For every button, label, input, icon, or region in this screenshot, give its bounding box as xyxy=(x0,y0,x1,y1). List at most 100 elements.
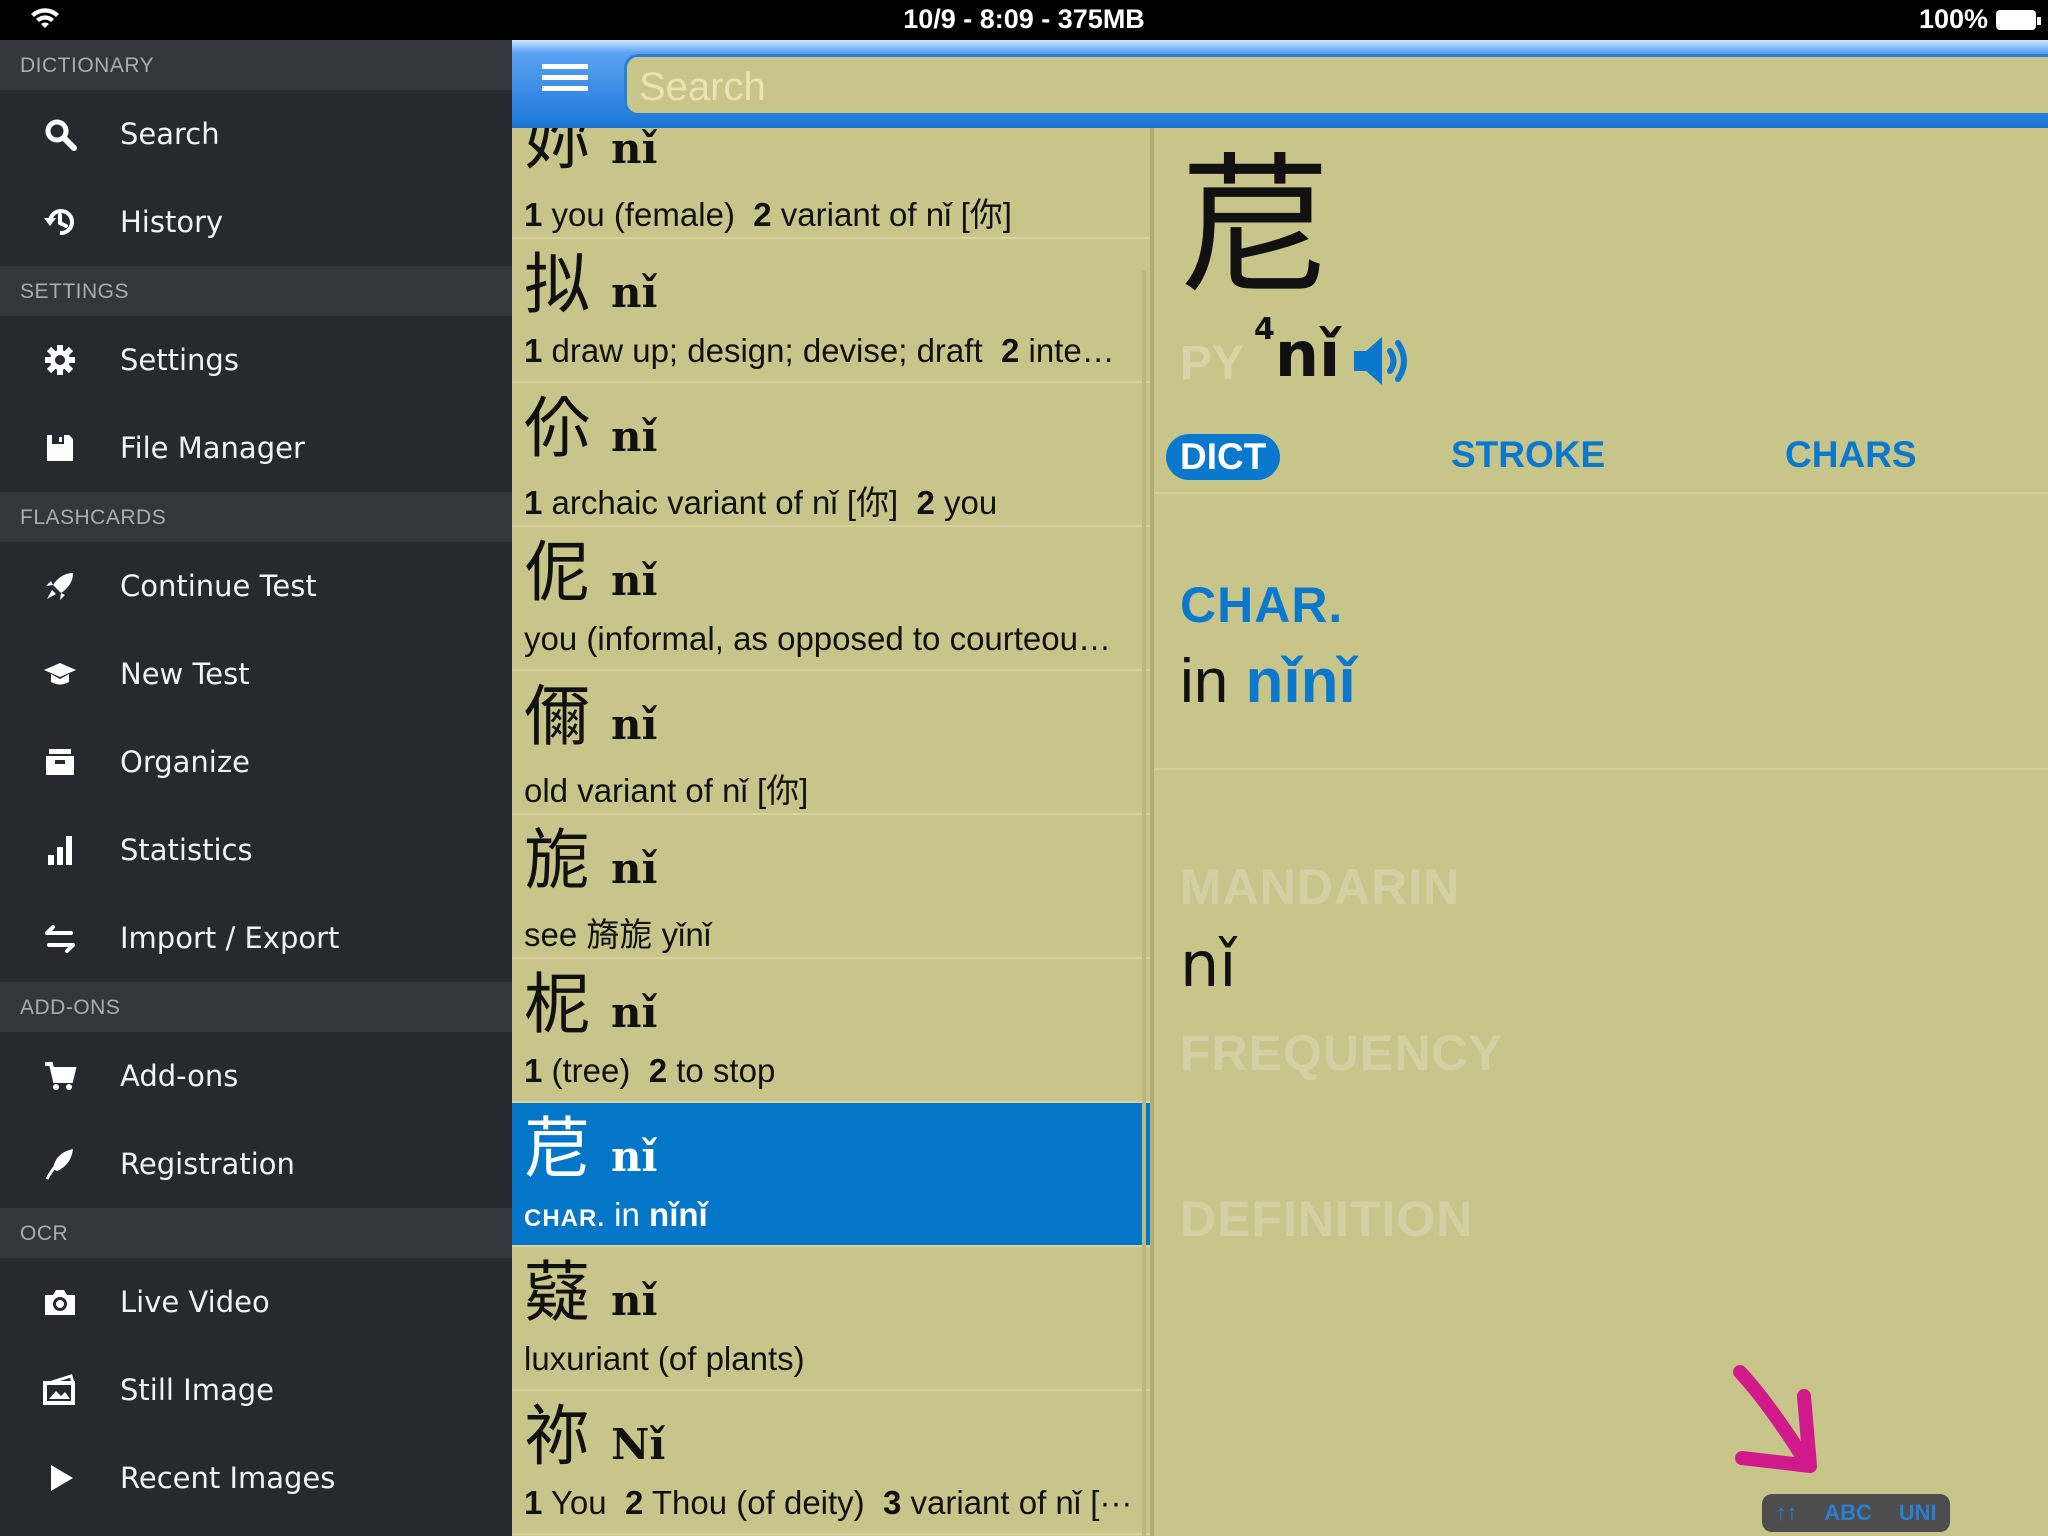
char-word-link[interactable]: nǐnǐ xyxy=(1246,647,1356,716)
list-item[interactable]: 妳 nǐ 1 you (female) 2 variant of nǐ [你] xyxy=(512,128,1150,239)
entry-headword: 伲 nǐ xyxy=(524,533,657,621)
entry-hanzi: 伲 xyxy=(524,534,590,611)
mandarin-label: MANDARIN xyxy=(1180,859,1461,915)
battery-percent: 100% xyxy=(1918,4,1988,34)
sense-text: variant of nǐ [你] xyxy=(771,196,1012,233)
char-label: CHAR. xyxy=(1180,577,1344,633)
pinyin-line: PY 4 nǐ xyxy=(1180,312,1420,391)
sidebar-item-live-video[interactable]: Live Video xyxy=(0,1258,512,1346)
entry-definition: 1 You 2 Thou (of deity) 3 variant of nǐ … xyxy=(524,1484,1144,1522)
sidebar-item-label: Add-ons xyxy=(120,1059,239,1093)
sidebar-item-add-ons[interactable]: Add-ons xyxy=(0,1032,512,1120)
scrollbar[interactable] xyxy=(1142,270,1146,1536)
sense-text: see 旖旎 yǐnǐ xyxy=(524,916,712,953)
sense-number: 2 xyxy=(753,196,772,233)
keyboard-abc[interactable]: ABC xyxy=(1824,1500,1872,1526)
sense-text: you (informal, as opposed to courteou… xyxy=(524,620,1111,657)
battery-icon xyxy=(1996,9,2041,30)
entry-pinyin: nǐ xyxy=(610,412,658,461)
entry-hanzi: 伱 xyxy=(524,390,590,467)
list-item[interactable]: 薿 nǐ luxuriant (of plants) xyxy=(512,1247,1150,1391)
tab-stroke[interactable]: STROKE xyxy=(1451,434,1605,476)
entry-definition: 1 archaic variant of nǐ [你] 2 you xyxy=(524,476,1144,524)
section-divider xyxy=(1154,768,2048,770)
entry-hanzi: 柅 xyxy=(524,966,590,1043)
keyboard-arrows[interactable]: ↑↑ xyxy=(1775,1500,1797,1526)
entry-pinyin: nǐ xyxy=(610,128,658,173)
tone-number: 4 xyxy=(1254,312,1275,347)
sense-text: in xyxy=(605,1196,650,1233)
archive-box-icon xyxy=(40,742,80,782)
keyboard-uni[interactable]: UNI xyxy=(1899,1500,1937,1526)
sense-number: 1 xyxy=(524,1484,543,1521)
entry-headword: 祢 Nǐ xyxy=(524,1397,665,1485)
sidebar-item-label: File Manager xyxy=(120,431,305,465)
sense-text: draw up; design; devise; draft xyxy=(542,332,1001,369)
sidebar-item-import-export[interactable]: Import / Export xyxy=(0,894,512,982)
results-list: 妳 nǐ 1 you (female) 2 variant of nǐ [你] 拟 … xyxy=(512,128,1150,1536)
tab-dict[interactable]: DICT xyxy=(1166,434,1281,480)
sense-number: 1 xyxy=(524,196,543,233)
sidebar-item-statistics[interactable]: Statistics xyxy=(0,806,512,894)
mandarin-value: nǐ xyxy=(1180,928,1237,1001)
sense-number: CHAR. xyxy=(524,1205,605,1232)
sidebar-item-file-manager[interactable]: File Manager xyxy=(0,404,512,492)
sense-text: you xyxy=(934,484,998,521)
sidebar-item-history[interactable]: History xyxy=(0,178,512,266)
search-input[interactable]: Search xyxy=(624,54,2048,116)
floppy-disk-icon xyxy=(40,428,80,468)
list-item[interactable]: 柅 nǐ 1 (tree) 2 to stop xyxy=(512,959,1150,1103)
sidebar-item-registration[interactable]: Registration xyxy=(0,1120,512,1208)
list-item[interactable]: 祢 Nǐ 1 You 2 Thou (of deity) 3 variant of… xyxy=(512,1391,1150,1535)
camera-icon xyxy=(40,1282,80,1322)
entry-headword: 旎 nǐ xyxy=(524,821,657,909)
section-header: SETTINGS xyxy=(0,266,512,316)
sidebar-item-label: Still Image xyxy=(120,1373,274,1407)
sidebar-item-label: Search xyxy=(120,117,220,151)
sidebar-item-new-test[interactable]: New Test xyxy=(0,630,512,718)
section-header: ADD-ONS xyxy=(0,982,512,1032)
sense-text: You xyxy=(542,1484,625,1521)
entry-pinyin: nǐ xyxy=(610,988,658,1037)
sidebar-item-still-image[interactable]: Still Image xyxy=(0,1346,512,1434)
list-item[interactable]: 伲 nǐ you (informal, as opposed to courteo… xyxy=(512,527,1150,671)
entry-pinyin: nǐ xyxy=(610,1132,658,1181)
entry-definition: see 旖旎 yǐnǐ xyxy=(524,908,1144,956)
detail-tabs: DICT STROKE CHARS xyxy=(1154,418,2048,494)
list-item[interactable]: 伱 nǐ 1 archaic variant of nǐ [你] 2 you xyxy=(512,383,1150,527)
menu-icon[interactable] xyxy=(542,64,588,104)
entry-headword: 拟 nǐ xyxy=(524,245,657,333)
sidebar-item-settings[interactable]: Settings xyxy=(0,316,512,404)
sidebar-item-recent-images[interactable]: Recent Images xyxy=(0,1434,512,1522)
sense-number: nǐnǐ xyxy=(649,1196,708,1233)
speaker-icon[interactable] xyxy=(1350,331,1420,391)
sense-text: old variant of nǐ [你] xyxy=(524,772,809,809)
sidebar-item-search[interactable]: Search xyxy=(0,90,512,178)
entry-headword: 妳 nǐ xyxy=(524,128,657,189)
sidebar-item-label: Recent Images xyxy=(120,1461,336,1495)
list-item[interactable]: 苨 nǐ CHAR. in nǐnǐ xyxy=(512,1103,1150,1247)
status-bar: 10/9 - 8:09 - 375MB 100% xyxy=(0,0,2048,40)
list-item[interactable]: 儞 nǐ old variant of nǐ [你] xyxy=(512,671,1150,815)
list-item[interactable]: 旎 nǐ see 旖旎 yǐnǐ xyxy=(512,815,1150,959)
keyboard-toggle[interactable]: ↑↑ ABC UNI xyxy=(1762,1494,1950,1532)
entry-pinyin: nǐ xyxy=(610,556,658,605)
sidebar-item-organize[interactable]: Organize xyxy=(0,718,512,806)
list-item[interactable]: 拟 nǐ 1 draw up; design; devise; draft 2 i… xyxy=(512,239,1150,383)
gear-icon xyxy=(40,340,80,380)
sense-number: 2 xyxy=(916,484,935,521)
sense-number: 2 xyxy=(1000,332,1020,369)
sidebar-item-label: Organize xyxy=(120,745,250,779)
sidebar-item-label: Settings xyxy=(120,343,239,377)
tab-chars[interactable]: CHARS xyxy=(1785,434,1917,476)
status-text: 10/9 - 8:09 - 375MB xyxy=(903,4,1145,34)
entry-hanzi: 薿 xyxy=(524,1254,590,1331)
entry-headword: 苨 nǐ xyxy=(524,1109,657,1197)
entry-pinyin: nǐ xyxy=(610,844,658,893)
definition-label: DEFINITION xyxy=(1180,1191,1474,1247)
feather-icon xyxy=(40,1144,80,1184)
sidebar-item-continue-test[interactable]: Continue Test xyxy=(0,542,512,630)
entry-definition: 1 you (female) 2 variant of nǐ [你] xyxy=(524,188,1144,236)
detail-hanzi: 苨 xyxy=(1180,140,1331,314)
entry-hanzi: 祢 xyxy=(524,1398,590,1475)
